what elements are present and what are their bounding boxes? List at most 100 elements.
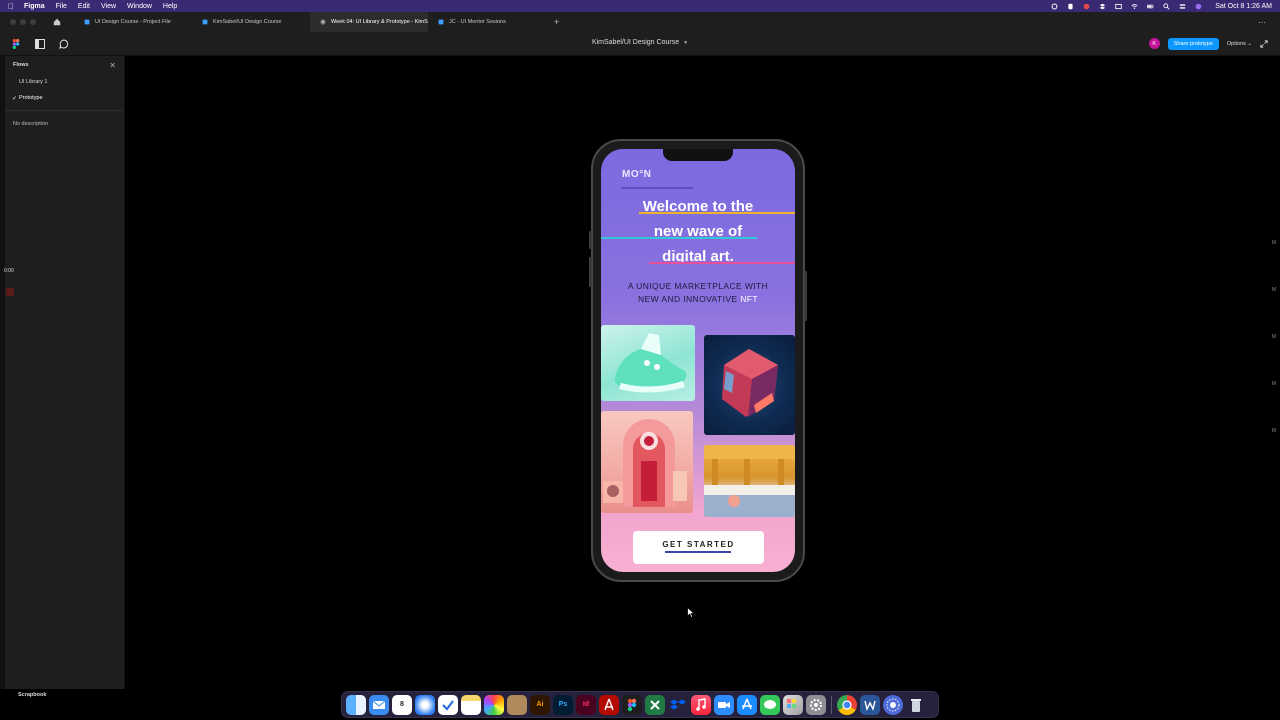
flows-panel-header: Flows ✕ — [5, 56, 124, 74]
tab-mentor-sessions[interactable]: JC - UI Mentor Sesions — [428, 12, 546, 32]
gear-status-icon[interactable] — [1051, 3, 1058, 10]
tasks-icon[interactable] — [438, 694, 458, 715]
chrome-icon[interactable] — [837, 694, 857, 715]
tab-label: Week 04: UI Library & Prototype - KimS — [331, 19, 428, 25]
acrobat-icon[interactable] — [599, 694, 619, 715]
edge-mark: M — [1271, 287, 1276, 293]
flow-label: UI Library 1 — [19, 79, 48, 85]
menu-file[interactable]: File — [56, 3, 67, 10]
siri-icon[interactable] — [1195, 3, 1202, 10]
play-icon — [320, 19, 326, 25]
headline-line: new wave of — [653, 223, 743, 240]
zoom-icon[interactable] — [714, 694, 734, 715]
calendar-icon[interactable]: 8 — [392, 694, 412, 715]
messages-icon[interactable] — [760, 694, 780, 715]
cta-underline — [665, 551, 731, 553]
apple-icon[interactable]:  — [8, 2, 14, 11]
prototype-screen[interactable]: MO°N Welcome to the new wave of digital … — [601, 149, 795, 572]
more-icon[interactable]: ⋯ — [1258, 18, 1266, 27]
mail-icon[interactable] — [369, 694, 389, 715]
phone-side-button — [589, 231, 592, 249]
dropbox-status-icon[interactable] — [1099, 3, 1106, 10]
figma-app-icon[interactable] — [622, 694, 642, 715]
menubar-clock[interactable]: Sat Oct 8 1:26 AM — [1215, 3, 1272, 10]
finder-icon[interactable] — [346, 694, 366, 715]
tab-project-file[interactable]: UI Design Course - Project File — [74, 12, 192, 32]
options-label: Options — [1226, 40, 1246, 47]
dock-separator — [831, 695, 832, 714]
nft-artwork-cube — [704, 335, 795, 435]
app-letters: Ai — [536, 701, 544, 708]
zoom-window-button[interactable] — [30, 19, 36, 25]
flow-item-ui-library[interactable]: UI Library 1 — [5, 74, 124, 90]
wifi-icon[interactable] — [1131, 3, 1138, 10]
system-settings-icon[interactable] — [806, 694, 826, 715]
archive-icon[interactable] — [507, 694, 527, 715]
record-stop-icon[interactable] — [6, 288, 14, 296]
figma-status-icon[interactable] — [1067, 3, 1074, 10]
notes-icon[interactable] — [461, 694, 481, 715]
control-center-icon[interactable] — [1179, 3, 1186, 10]
new-tab-plus-icon[interactable]: + — [554, 17, 559, 27]
edge-mark: M — [1271, 334, 1276, 340]
dropbox-icon[interactable] — [668, 695, 688, 715]
close-icon[interactable]: ✕ — [109, 61, 116, 70]
file-title[interactable]: KimSabel/UI Design Course ▼ — [560, 39, 720, 46]
subhead-text: NEW AND INNOVATIVE — [638, 294, 741, 304]
menu-help[interactable]: Help — [163, 3, 177, 10]
tab-design-course[interactable]: KimSabel/UI Design Course — [192, 12, 310, 32]
edge-mark: M — [1271, 381, 1276, 387]
photoshop-icon[interactable]: Ps — [553, 694, 573, 715]
close-window-button[interactable] — [10, 19, 16, 25]
figma-tab-bar: UI Design Course - Project File KimSabel… — [0, 12, 1280, 32]
minimize-window-button[interactable] — [20, 19, 26, 25]
tab-label: KimSabel/UI Design Course — [213, 19, 282, 25]
home-icon[interactable] — [50, 15, 64, 29]
comment-icon[interactable] — [56, 36, 72, 52]
menu-edit[interactable]: Edit — [78, 3, 90, 10]
nft-artwork-sneaker — [601, 325, 695, 401]
music-icon[interactable] — [691, 694, 711, 715]
macos-menubar:  Figma File Edit View Window Help Sat O… — [0, 0, 1280, 12]
illustrator-icon[interactable]: Ai — [530, 694, 550, 715]
right-edge-marks: M M M M M — [1272, 240, 1276, 434]
bloom-app-icon[interactable] — [883, 694, 903, 715]
safari-icon[interactable] — [415, 694, 435, 715]
headline-underline-yellow — [639, 212, 795, 214]
checkmark-icon: ✓ — [12, 95, 18, 102]
battery-icon[interactable] — [1147, 3, 1154, 10]
indesign-icon[interactable]: Id — [576, 694, 596, 715]
recording-timer: 0:00 — [4, 268, 14, 274]
excel-icon[interactable] — [645, 694, 665, 715]
menu-view[interactable]: View — [101, 3, 116, 10]
photos-icon[interactable] — [484, 694, 504, 715]
search-icon[interactable] — [1163, 2, 1170, 10]
tab-week04-prototype[interactable]: Week 04: UI Library & Prototype - KimS ✕ — [310, 12, 428, 32]
word-icon[interactable] — [860, 694, 880, 715]
brand-underline — [621, 187, 693, 189]
menu-window[interactable]: Window — [127, 3, 152, 10]
menubar-status-area: Sat Oct 8 1:26 AM — [1051, 3, 1272, 10]
figma-file-icon — [438, 19, 444, 25]
sidebar-toggle-icon[interactable] — [32, 36, 48, 52]
options-menu[interactable]: Options ⌄ — [1227, 41, 1252, 47]
get-started-button[interactable]: GET STARTED — [633, 531, 764, 564]
figma-logo-icon[interactable] — [8, 36, 24, 52]
flow-item-prototype[interactable]: ✓ Prototype — [5, 90, 124, 106]
menu-app-name[interactable]: Figma — [24, 3, 45, 10]
tab-label: JC - UI Mentor Sesions — [449, 19, 506, 25]
headline-line: Welcome to the — [642, 198, 754, 215]
edge-mark: M — [1271, 240, 1276, 246]
display-icon[interactable] — [1115, 3, 1122, 10]
fullscreen-icon[interactable] — [1260, 39, 1268, 48]
file-title-text: KimSabel/UI Design Course — [591, 39, 680, 46]
trash-icon[interactable] — [906, 695, 926, 715]
launchpad-icon[interactable] — [783, 694, 803, 715]
brand-logo: MO°N — [622, 169, 652, 180]
share-prototype-button[interactable]: Share prototype — [1167, 37, 1219, 50]
scrapbook-label[interactable]: Scrapbook — [0, 689, 125, 701]
creative-cloud-icon[interactable] — [1083, 3, 1090, 10]
avatar[interactable]: K — [1148, 38, 1160, 49]
phone-frame: MO°N Welcome to the new wave of digital … — [589, 139, 807, 582]
app-store-icon[interactable] — [737, 694, 757, 715]
